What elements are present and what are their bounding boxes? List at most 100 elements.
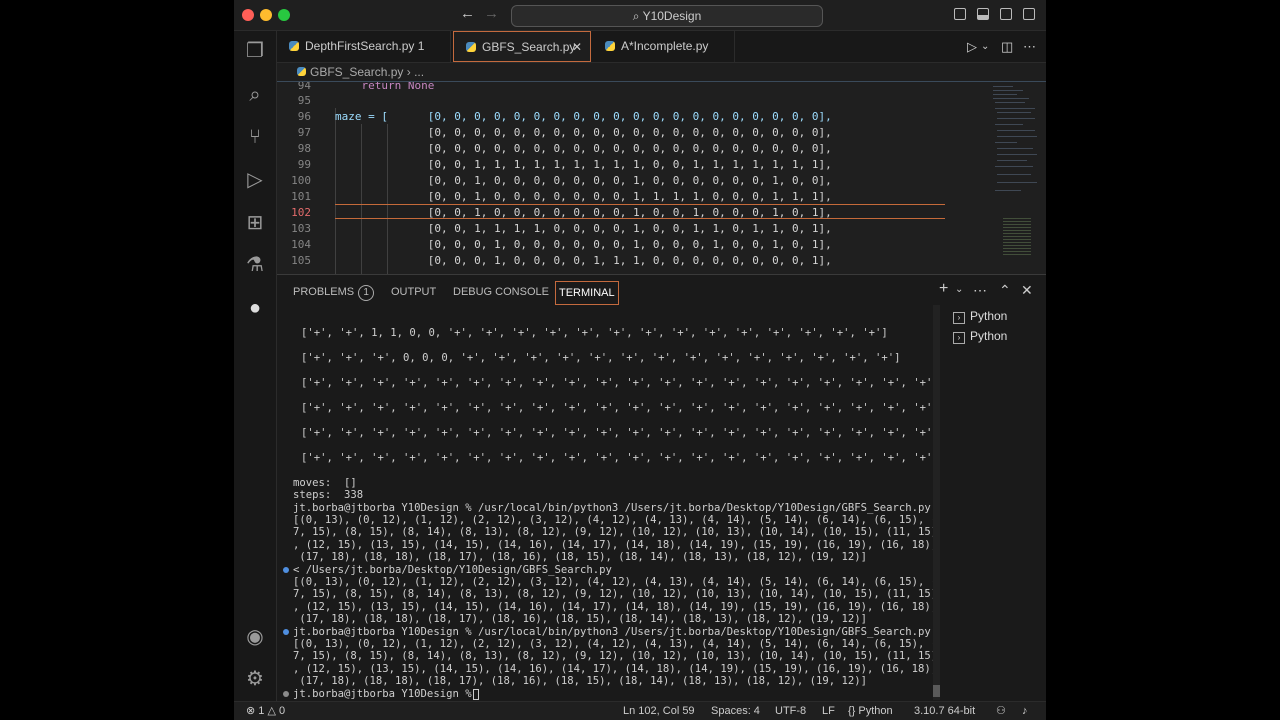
copilot-icon[interactable]: ⚇	[996, 702, 1006, 720]
command-status-dot[interactable]	[283, 567, 289, 573]
command-center-search[interactable]: ⌕ Y10Design	[511, 5, 823, 27]
toggle-secondary-sidebar-icon[interactable]	[1000, 8, 1012, 20]
terminal-cursor	[473, 689, 479, 700]
terminal-line: (17, 18), (18, 18), (18, 17), (18, 16), …	[293, 551, 868, 563]
terminal-line: jt.borba@jtborba Y10Design %	[293, 688, 478, 700]
terminal-icon: ›	[953, 332, 965, 344]
run-options-chevron-icon[interactable]: ⌄	[981, 41, 989, 52]
close-panel-icon[interactable]: ✕	[1021, 282, 1033, 299]
terminal-line: ['+', '+', '+', '+', '+', '+', '+', '+',…	[301, 402, 939, 414]
close-window-button[interactable]	[242, 9, 254, 21]
source-control-icon[interactable]: ⑂	[243, 125, 267, 149]
forward-arrow-icon[interactable]: →	[484, 5, 499, 22]
tab-astar-incomplete[interactable]: A*Incomplete.py	[593, 31, 735, 62]
status-bar: ⊗ 1 △ 0 Ln 102, Col 59 Spaces: 4 UTF-8 L…	[234, 701, 1046, 720]
python-file-icon	[297, 67, 306, 76]
terminal-line: steps: 338	[293, 489, 364, 501]
breadcrumb-file[interactable]: GBFS_Search.py	[310, 65, 403, 79]
new-terminal-plus-icon[interactable]: +	[939, 280, 948, 298]
tab-output[interactable]: OUTPUT	[391, 281, 436, 303]
terminal-line: [(0, 13), (0, 12), (1, 12), (2, 12), (3,…	[293, 514, 938, 526]
close-tab-icon[interactable]: ✕	[572, 32, 582, 63]
more-actions-icon[interactable]: ⋯	[1023, 39, 1036, 55]
terminal-line: ['+', '+', 1, 1, 0, 0, '+', '+', '+', '+…	[301, 327, 888, 339]
settings-gear-icon[interactable]: ⚙	[243, 667, 267, 691]
code-editor[interactable]: 94 return None 95 96 maze = [ [0, 0, 0, …	[277, 81, 1046, 274]
error-icon: ⊗	[246, 705, 256, 717]
activity-bar: ❐ ⌕ ⑂ ▷ ⊞ ⚗ ● ◉ ⚙	[234, 31, 277, 701]
terminal-line: [(0, 13), (0, 12), (1, 12), (2, 12), (3,…	[293, 638, 938, 650]
search-icon[interactable]: ⌕	[243, 83, 267, 107]
end-of-line[interactable]: LF	[822, 702, 835, 720]
tab-terminal[interactable]: TERMINAL	[555, 281, 619, 305]
terminal-list-item[interactable]: › Python	[953, 309, 1007, 324]
testing-icon[interactable]: ⚗	[243, 253, 267, 277]
maximize-window-button[interactable]	[278, 9, 290, 21]
line-number: 100	[291, 174, 311, 187]
line-number: 98	[297, 142, 311, 155]
braces-icon: {}	[848, 705, 859, 717]
problems-status[interactable]: ⊗ 1 △ 0	[246, 702, 285, 720]
vscode-window: ← → ⌕ Y10Design ❐ ⌕ ⑂ ▷ ⊞ ⚗ ● ◉ ⚙ DepthF…	[234, 0, 1046, 720]
terminal-line: , (12, 15), (13, 15), (14, 15), (14, 16)…	[293, 601, 938, 613]
code-line: [0, 0, 1, 1, 1, 1, 1, 1, 1, 1, 1, 0, 0, …	[335, 158, 832, 171]
breadcrumb: GBFS_Search.py › ...	[277, 63, 1046, 81]
tab-debug-console[interactable]: DEBUG CONSOLE	[453, 281, 549, 303]
terminal-line: jt.borba@jtborba Y10Design % /usr/local/…	[293, 502, 931, 514]
run-python-file-icon[interactable]: ▷	[967, 39, 977, 55]
line-number: 96	[297, 110, 311, 123]
code-line: maze = [ [0, 0, 0, 0, 0, 0, 0, 0, 0, 0, …	[335, 110, 832, 123]
tab-depthfirstsearch[interactable]: DepthFirstSearch.py 1	[277, 31, 451, 62]
terminal-line: jt.borba@jtborba Y10Design % /usr/local/…	[293, 626, 931, 638]
toggle-panel-icon[interactable]	[977, 8, 989, 20]
customize-layout-icon[interactable]	[1023, 8, 1035, 20]
notifications-bell-icon[interactable]: ♪	[1022, 702, 1028, 720]
line-number-current: 102	[291, 206, 311, 219]
terminal-line: [(0, 13), (0, 12), (1, 12), (2, 12), (3,…	[293, 576, 938, 588]
command-status-dot[interactable]	[283, 691, 289, 697]
minimize-window-button[interactable]	[260, 9, 272, 21]
toggle-sidebar-icon[interactable]	[954, 8, 966, 20]
python-interpreter[interactable]: 3.10.7 64-bit	[914, 702, 975, 720]
terminal-line: 7, 15), (8, 15), (8, 14), (8, 13), (8, 1…	[293, 588, 938, 600]
line-number: 104	[291, 238, 311, 251]
terminal-output[interactable]: ['+', '+', 1, 1, 0, 0, '+', '+', '+', '+…	[283, 319, 939, 700]
python-file-icon	[605, 41, 615, 51]
code-line: [0, 0, 1, 1, 1, 1, 0, 0, 0, 0, 1, 0, 0, …	[335, 222, 832, 235]
line-number: 103	[291, 222, 311, 235]
code-line: [0, 0, 1, 0, 0, 0, 0, 0, 0, 0, 1, 0, 0, …	[335, 174, 832, 187]
minimap[interactable]	[991, 82, 1037, 272]
run-debug-icon[interactable]: ▷	[243, 168, 267, 192]
problems-count-badge: 1	[358, 285, 375, 301]
terminal-scrollbar-thumb[interactable]	[933, 685, 940, 697]
maximize-panel-chevron-up-icon[interactable]: ⌃	[999, 282, 1011, 299]
line-number: 105	[291, 254, 311, 267]
github-icon[interactable]: ●	[243, 296, 267, 320]
terminal-line: (17, 18), (18, 18), (18, 17), (18, 16), …	[293, 613, 868, 625]
code-line: return None	[335, 81, 435, 92]
tab-gbfs-search[interactable]: GBFS_Search.py ✕	[453, 31, 591, 62]
terminal-line: 7, 15), (8, 15), (8, 14), (8, 13), (8, 1…	[293, 650, 938, 662]
terminal-scrollbar[interactable]	[933, 305, 940, 700]
encoding[interactable]: UTF-8	[775, 702, 806, 720]
language-mode[interactable]: {} Python	[848, 702, 893, 720]
terminal-list-item[interactable]: › Python	[953, 329, 1007, 344]
explorer-icon[interactable]: ❐	[243, 39, 267, 63]
account-icon[interactable]: ◉	[243, 625, 267, 649]
extensions-icon[interactable]: ⊞	[243, 211, 267, 235]
back-arrow-icon[interactable]: ←	[460, 5, 475, 22]
code-line: [0, 0, 0, 1, 0, 0, 0, 0, 0, 0, 1, 0, 0, …	[335, 238, 832, 251]
command-status-dot[interactable]	[283, 629, 289, 635]
indentation[interactable]: Spaces: 4	[711, 702, 760, 720]
terminal-line: , (12, 15), (13, 15), (14, 15), (14, 16)…	[293, 539, 938, 551]
split-editor-icon[interactable]: ◫	[1001, 39, 1013, 55]
terminal-line: ['+', '+', '+', '+', '+', '+', '+', '+',…	[301, 427, 939, 439]
breadcrumb-symbol[interactable]: ...	[414, 65, 424, 79]
terminal-dropdown-chevron-icon[interactable]: ⌄	[955, 284, 963, 295]
problem-count: 1	[417, 39, 425, 53]
terminal-line: ['+', '+', '+', '+', '+', '+', '+', '+',…	[301, 377, 939, 389]
tab-problems[interactable]: PROBLEMS 1	[293, 281, 375, 303]
cursor-position[interactable]: Ln 102, Col 59	[623, 702, 695, 720]
more-actions-icon[interactable]: ⋯	[973, 282, 987, 299]
line-number: 94	[297, 81, 311, 92]
